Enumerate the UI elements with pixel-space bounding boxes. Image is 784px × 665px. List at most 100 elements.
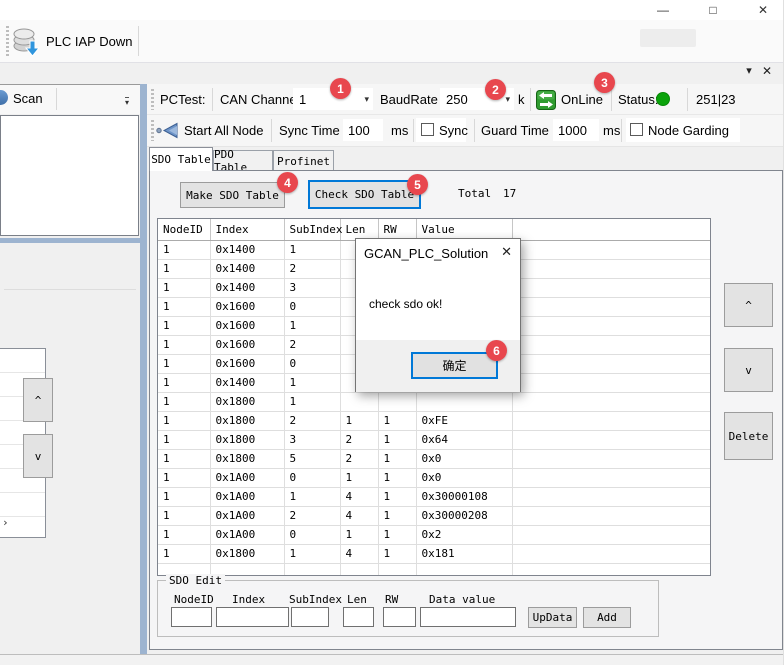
- column-header[interactable]: SubIndex: [284, 219, 340, 240]
- sync-time-input[interactable]: [343, 119, 383, 141]
- table-cell: 1: [158, 506, 210, 525]
- table-cell: 1: [378, 430, 416, 449]
- panel-groove: [4, 289, 136, 290]
- separator: [413, 119, 414, 142]
- column-header[interactable]: Value: [416, 219, 512, 240]
- guard-time-input[interactable]: [553, 119, 599, 141]
- table-row[interactable]: 10x1A000110x0: [158, 468, 710, 487]
- table-row[interactable]: 10x1A002410x30000208: [158, 506, 710, 525]
- table-cell: 0x1A00: [210, 487, 284, 506]
- minimize-button[interactable]: —: [648, 0, 678, 20]
- start-all-node-label: Start All Node: [184, 122, 264, 139]
- chevron-down-icon: ▾: [364, 94, 373, 105]
- edit-nodeid-input[interactable]: [171, 607, 212, 627]
- table-cell: 1: [158, 316, 210, 335]
- guard-time-label: Guard Time: [481, 122, 549, 139]
- table-cell: 0x2: [416, 525, 512, 544]
- edit-rw-input[interactable]: [383, 607, 416, 627]
- separator: [474, 119, 475, 142]
- table-cell: 4: [340, 544, 378, 563]
- edit-data-value-input[interactable]: [420, 607, 516, 627]
- scroll-right-icon[interactable]: ›: [2, 516, 9, 529]
- start-all-node-button[interactable]: Start All Node: [156, 122, 264, 139]
- toolbar-grip[interactable]: [6, 26, 9, 56]
- edit-len-input[interactable]: [343, 607, 374, 627]
- left-move-up-button[interactable]: ^: [23, 378, 53, 422]
- table-row[interactable]: 10x18003210x64: [158, 430, 710, 449]
- table-cell: 4: [340, 487, 378, 506]
- device-list[interactable]: [0, 115, 139, 236]
- sync-arrows-icon: [536, 90, 556, 110]
- node-garding-checkbox-label: Node Garding: [648, 122, 729, 139]
- button-label: Make SDO Table: [186, 189, 279, 202]
- table-row[interactable]: 10x18001410x181: [158, 544, 710, 563]
- edit-nodeid-label: NodeID: [174, 593, 214, 606]
- table-cell: 0x1800: [210, 544, 284, 563]
- table-cell: 1: [158, 544, 210, 563]
- tab-pdo-table[interactable]: PDO Table: [213, 150, 273, 171]
- plc-iap-down-button[interactable]: PLC IAP Down: [13, 22, 133, 60]
- baudrate-unit-label: k: [518, 91, 525, 108]
- edit-index-input[interactable]: [216, 607, 289, 627]
- table-cell: 2: [340, 449, 378, 468]
- dialog-ok-button[interactable]: 确定: [411, 352, 498, 379]
- node-garding-checkbox[interactable]: [630, 123, 643, 136]
- total-value: 17: [503, 187, 516, 200]
- column-header[interactable]: RW: [378, 219, 416, 240]
- column-header[interactable]: Index: [210, 219, 284, 240]
- sync-checkbox[interactable]: [421, 123, 434, 136]
- sync-time-label: Sync Time: [279, 122, 340, 139]
- check-sdo-table-button[interactable]: Check SDO Table: [308, 180, 421, 209]
- table-cell: [512, 316, 710, 335]
- table-cell: 1: [284, 373, 340, 392]
- column-header[interactable]: [512, 219, 710, 240]
- delete-row-button[interactable]: Delete: [724, 412, 773, 460]
- table-cell: 1: [378, 468, 416, 487]
- can-channel-value: 1: [299, 92, 306, 107]
- table-row[interactable]: 10x18002110xFE: [158, 411, 710, 430]
- scan-button[interactable]: Scan: [13, 90, 43, 107]
- table-cell: 1: [158, 411, 210, 430]
- close-button[interactable]: ✕: [746, 0, 780, 20]
- toolbar-grip[interactable]: [151, 120, 154, 141]
- table-cell: 1: [378, 449, 416, 468]
- pane-collapse-icon[interactable]: ▾: [742, 64, 756, 80]
- table-filler-row: [158, 563, 710, 575]
- scan-label: Scan: [13, 91, 43, 106]
- table-cell: 0x1800: [210, 449, 284, 468]
- tab-sdo-table[interactable]: SDO Table: [149, 147, 213, 171]
- horizontal-splitter[interactable]: [0, 238, 140, 243]
- table-cell: 0x1600: [210, 316, 284, 335]
- column-header[interactable]: Len: [340, 219, 378, 240]
- add-button[interactable]: Add: [583, 607, 631, 628]
- table-cell: 1: [158, 449, 210, 468]
- table-row[interactable]: 10x18001: [158, 392, 710, 411]
- table-cell: [512, 525, 710, 544]
- toolbar-grip[interactable]: [151, 89, 154, 110]
- vertical-splitter[interactable]: [140, 84, 147, 654]
- maximize-button[interactable]: □: [698, 0, 728, 20]
- tab-label: SDO Table: [151, 153, 211, 166]
- table-row[interactable]: 10x1A001410x30000108: [158, 487, 710, 506]
- button-label: 确定: [442, 357, 466, 374]
- left-move-down-button[interactable]: v: [23, 434, 53, 478]
- chevron-right-icon: ›: [2, 516, 9, 529]
- table-cell: 1: [158, 487, 210, 506]
- button-label: Delete: [729, 430, 769, 443]
- table-cell: 1: [158, 525, 210, 544]
- row-move-up-button[interactable]: ^: [724, 283, 773, 327]
- edit-rw-label: RW: [385, 593, 398, 606]
- column-header[interactable]: NodeID: [158, 219, 210, 240]
- make-sdo-table-button[interactable]: Make SDO Table: [180, 182, 285, 208]
- updata-button[interactable]: UpData: [528, 607, 577, 628]
- row-move-down-button[interactable]: v: [724, 348, 773, 392]
- pane-close-icon[interactable]: ✕: [759, 64, 775, 80]
- close-icon: ✕: [758, 3, 768, 17]
- dialog-close-button[interactable]: ✕: [501, 244, 512, 260]
- annotation-badge-5: 5: [407, 174, 428, 195]
- toolbar-overflow-button[interactable]: ▾: [125, 97, 129, 107]
- edit-subindex-input[interactable]: [291, 607, 329, 627]
- table-row[interactable]: 10x18005210x0: [158, 449, 710, 468]
- table-row[interactable]: 10x1A000110x2: [158, 525, 710, 544]
- tab-profinet[interactable]: Profinet: [273, 150, 334, 171]
